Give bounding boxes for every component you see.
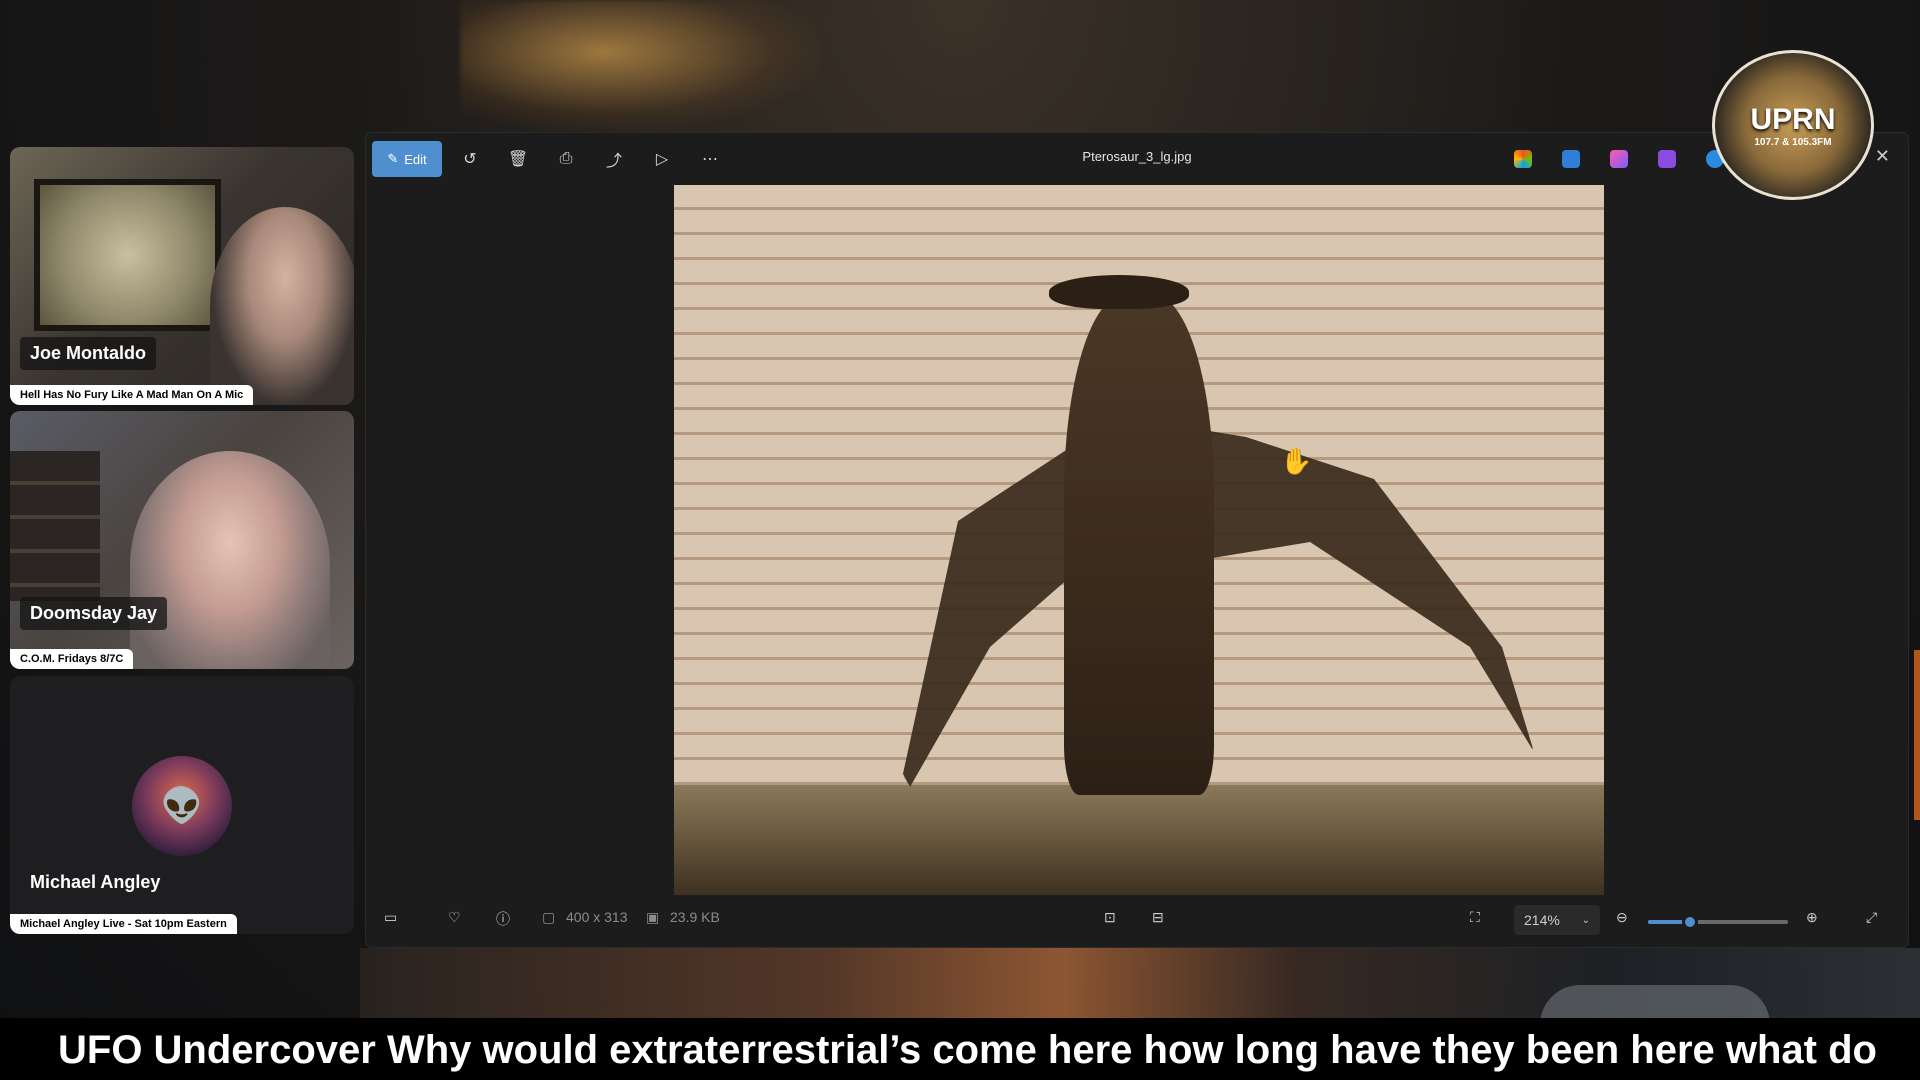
zoom-out-icon[interactable]: ⊖ xyxy=(1616,909,1628,926)
zoom-slider-thumb[interactable] xyxy=(1682,914,1698,930)
participant-tagline: C.O.M. Fridays 8/7C xyxy=(10,649,134,669)
zoom-dropdown[interactable]: 214% ⌄ xyxy=(1514,905,1600,935)
zoom-in-icon[interactable]: ⊕ xyxy=(1806,909,1818,926)
participant-name: Michael Angley xyxy=(30,872,161,892)
image-dimensions: 400 x 313 xyxy=(566,909,628,925)
designer-icon[interactable] xyxy=(1562,150,1580,168)
ticker-text: UFO Undercover Why would extraterrestria… xyxy=(58,1028,1877,1072)
participant-video xyxy=(130,451,330,669)
filmstrip-icon[interactable]: ▭ xyxy=(384,909,397,926)
info-icon[interactable]: ⓘ xyxy=(496,909,510,929)
favorite-heart-icon[interactable]: ♡ xyxy=(448,909,461,926)
viewer-toolbar: ✎ Edit ↺ 🗑 ⎙ ⤴ ▷ ⋯ Pterosaur_3_lg.jpg ✕ xyxy=(366,133,1908,183)
sky-glow-background xyxy=(460,0,820,130)
copilot-icon[interactable] xyxy=(1514,150,1532,168)
file-name-title: Pterosaur_3_lg.jpg xyxy=(1082,149,1192,164)
photo-man-figure xyxy=(1064,295,1214,795)
uprn-logo: UPRN 107.7 & 105.3FM xyxy=(1712,50,1874,200)
hand-cursor-icon: ✋ xyxy=(1280,446,1313,476)
photo-man-hat xyxy=(1049,275,1189,309)
fit-to-window-icon[interactable]: ⛶ xyxy=(1470,909,1480,926)
news-ticker: UFO Undercover Why would extraterrestria… xyxy=(0,1018,1920,1080)
displayed-photo[interactable]: ✋ xyxy=(674,185,1604,895)
zoom-slider[interactable] xyxy=(1648,914,1788,930)
video-editor-icon[interactable] xyxy=(1658,150,1676,168)
visual-search-icon[interactable]: ⊡ xyxy=(1104,909,1116,926)
participant-tile-doomsday-jay[interactable]: Doomsday Jay C.O.M. Fridays 8/7C xyxy=(10,411,354,669)
file-size-icon: ▣ xyxy=(646,909,660,925)
wall-map-frame xyxy=(34,179,221,331)
close-icon[interactable]: ✕ xyxy=(1875,146,1890,167)
logo-text: UPRN xyxy=(1750,102,1836,136)
avatar: 👽 xyxy=(132,756,232,856)
photo-creature-wing xyxy=(894,416,1534,815)
fullscreen-icon[interactable]: ⤢ xyxy=(1866,909,1877,926)
photo-viewer-window: ✎ Edit ↺ 🗑 ⎙ ⤴ ▷ ⋯ Pterosaur_3_lg.jpg ✕ … xyxy=(366,133,1908,947)
clipchamp-icon[interactable] xyxy=(1610,150,1628,168)
logo-frequency: 107.7 & 105.3FM xyxy=(1754,136,1832,148)
participant-video xyxy=(210,207,354,405)
file-size: 23.9 KB xyxy=(670,909,720,925)
participant-name: Doomsday Jay xyxy=(20,597,168,630)
bookshelf xyxy=(10,451,100,601)
participant-tile-michael-angley[interactable]: 👽 Michael Angley Michael Angley Live - S… xyxy=(10,676,354,934)
image-size-icon: ▢ xyxy=(542,909,556,925)
chevron-down-icon: ⌄ xyxy=(1581,914,1590,926)
edge-glow xyxy=(1914,650,1920,820)
participant-tile-joe-montaldo[interactable]: Joe Montaldo Hell Has No Fury Like A Mad… xyxy=(10,147,354,405)
photo-grass xyxy=(674,785,1604,895)
viewer-status-bar: ▭ ♡ ⓘ ▢ 400 x 313 ▣ 23.9 KB ⊡ ⊟ ⛶ 214% ⌄… xyxy=(366,895,1908,947)
participant-tagline: Michael Angley Live - Sat 10pm Eastern xyxy=(10,914,237,934)
text-extract-icon[interactable]: ⊟ xyxy=(1152,909,1164,926)
participant-tagline: Hell Has No Fury Like A Mad Man On A Mic xyxy=(10,385,254,405)
participant-name: Joe Montaldo xyxy=(20,337,156,370)
zoom-value: 214% xyxy=(1524,912,1560,928)
